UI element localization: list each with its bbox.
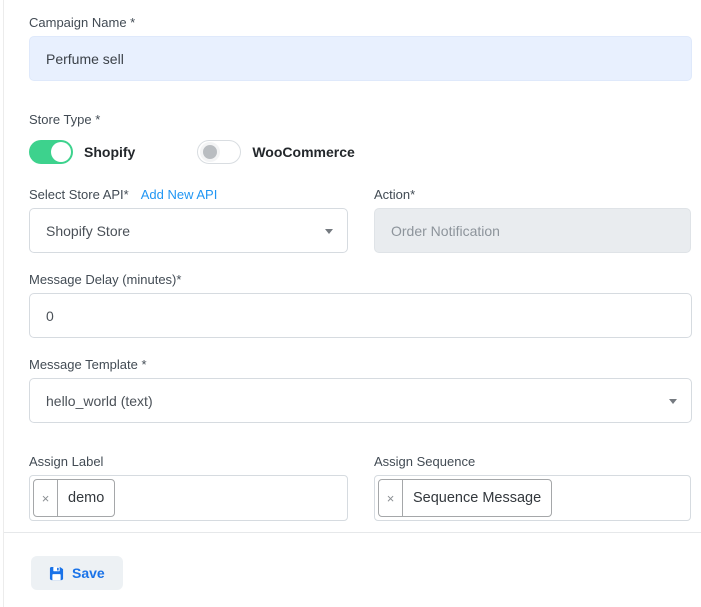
assign-label-label: Assign Label <box>29 454 348 469</box>
toggle-knob <box>200 142 220 162</box>
save-button-label: Save <box>72 565 105 581</box>
tag-text: Sequence Message <box>403 480 551 516</box>
save-button[interactable]: Save <box>31 556 123 590</box>
tag-text: demo <box>58 480 114 516</box>
store-type-label: Store Type * <box>29 112 692 127</box>
store-api-select[interactable]: Shopify Store <box>29 208 348 253</box>
toggle-knob <box>51 142 71 162</box>
store-api-selected-value: Shopify Store <box>46 223 130 239</box>
assign-sequence-field[interactable]: × Sequence Message <box>374 475 691 521</box>
message-template-label: Message Template * <box>29 357 692 372</box>
message-delay-label: Message Delay (minutes)* <box>29 272 692 287</box>
form-footer: Save <box>4 532 701 590</box>
shopify-toggle-label: Shopify <box>84 144 135 160</box>
tag-chip: × Sequence Message <box>378 479 552 517</box>
campaign-name-label: Campaign Name * <box>29 15 692 30</box>
chevron-down-icon <box>669 399 677 404</box>
assign-label-field[interactable]: × demo <box>29 475 348 521</box>
chevron-down-icon <box>325 229 333 234</box>
action-input <box>374 208 691 253</box>
woocommerce-toggle[interactable] <box>197 140 241 164</box>
remove-tag-icon[interactable]: × <box>34 480 58 516</box>
assign-sequence-label: Assign Sequence <box>374 454 691 469</box>
add-new-api-link[interactable]: Add New API <box>141 187 218 202</box>
remove-tag-icon[interactable]: × <box>379 480 403 516</box>
campaign-name-input[interactable] <box>29 36 692 81</box>
message-template-select[interactable]: hello_world (text) <box>29 378 692 423</box>
woocommerce-toggle-group: WooCommerce <box>197 140 354 164</box>
store-type-toggles: Shopify WooCommerce <box>29 140 692 164</box>
shopify-toggle[interactable] <box>29 140 73 164</box>
shopify-toggle-group: Shopify <box>29 140 135 164</box>
tag-chip: × demo <box>33 479 115 517</box>
action-label: Action* <box>374 187 691 202</box>
save-icon <box>49 566 64 581</box>
message-delay-input[interactable] <box>29 293 692 338</box>
store-api-label: Select Store API* <box>29 187 129 202</box>
message-template-selected-value: hello_world (text) <box>46 393 153 409</box>
campaign-form-card: Campaign Name * Store Type * Shopify Woo… <box>3 0 701 607</box>
woocommerce-toggle-label: WooCommerce <box>252 144 354 160</box>
